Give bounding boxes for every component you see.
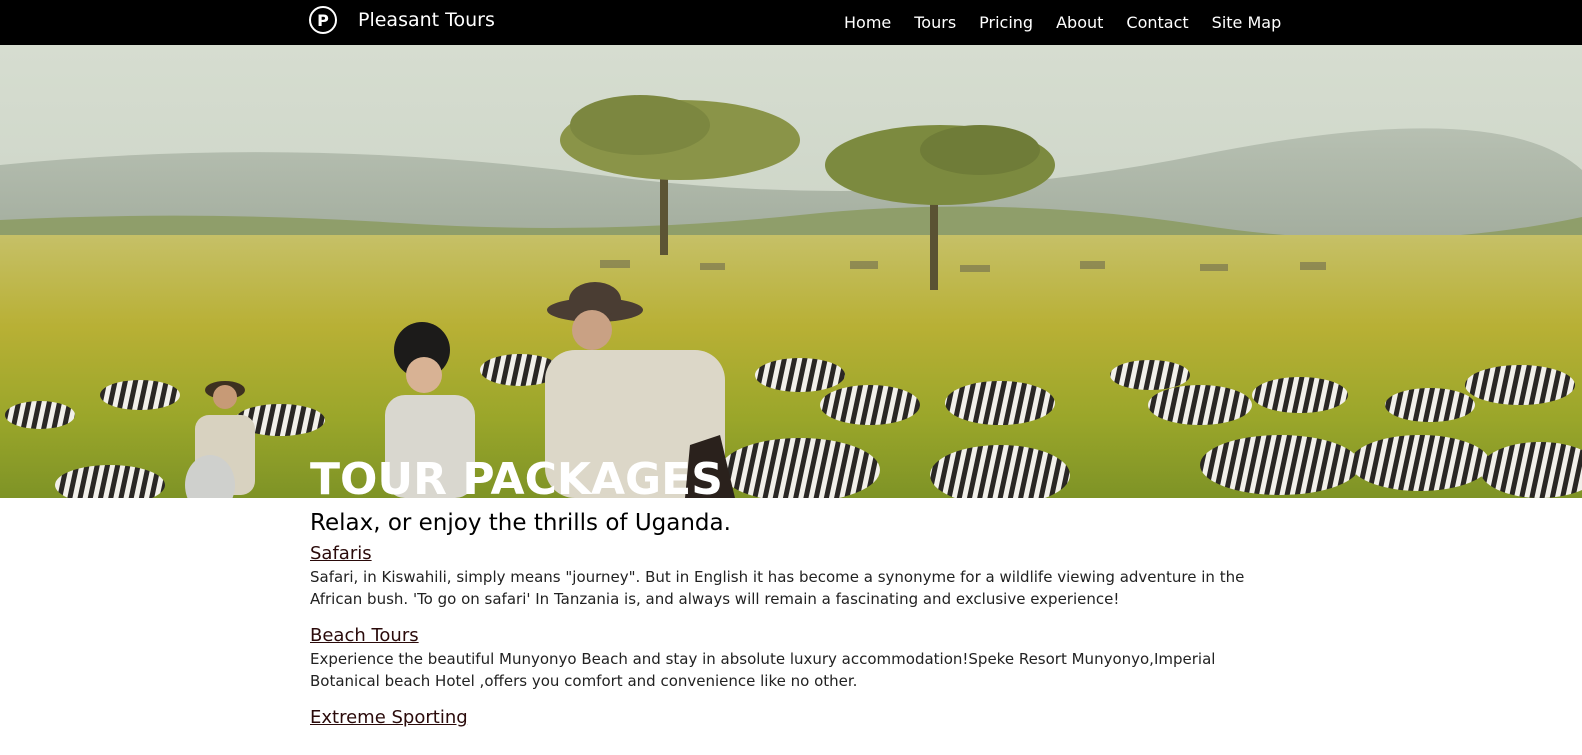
section-beach-tours: Beach Tours Experience the beautiful Mun… bbox=[310, 622, 1250, 692]
main-nav: Home Tours Pricing About Contact Site Ma… bbox=[844, 0, 1281, 45]
safaris-link[interactable]: Safaris bbox=[310, 542, 372, 566]
logo-icon: P bbox=[309, 6, 337, 34]
top-navigation-bar: P Pleasant Tours Home Tours Pricing Abou… bbox=[0, 0, 1582, 45]
page-tagline: Relax, or enjoy the thrills of Uganda. bbox=[310, 510, 731, 536]
hero-banner: TOUR PACKAGES bbox=[0, 45, 1582, 498]
nav-about[interactable]: About bbox=[1056, 13, 1103, 32]
nav-pricing[interactable]: Pricing bbox=[979, 13, 1033, 32]
safaris-description: Safari, in Kiswahili, simply means "jour… bbox=[310, 568, 1245, 608]
hero-safari-image bbox=[0, 45, 1582, 498]
brand-name: Pleasant Tours bbox=[358, 9, 495, 31]
nav-home[interactable]: Home bbox=[844, 13, 891, 32]
nav-site-map[interactable]: Site Map bbox=[1212, 13, 1282, 32]
section-safaris: Safaris Safari, in Kiswahili, simply mea… bbox=[310, 540, 1250, 610]
beach-tours-link[interactable]: Beach Tours bbox=[310, 624, 419, 648]
main-content: Relax, or enjoy the thrills of Uganda. S… bbox=[310, 506, 1250, 742]
beach-tours-description: Experience the beautiful Munyonyo Beach … bbox=[310, 650, 1216, 690]
section-extreme-sporting: Extreme Sporting bbox=[310, 704, 1250, 730]
hero-title: TOUR PACKAGES bbox=[310, 454, 723, 498]
nav-contact[interactable]: Contact bbox=[1126, 13, 1188, 32]
nav-tours[interactable]: Tours bbox=[914, 13, 956, 32]
brand[interactable]: P Pleasant Tours bbox=[309, 6, 495, 34]
extreme-sporting-link[interactable]: Extreme Sporting bbox=[310, 706, 468, 730]
